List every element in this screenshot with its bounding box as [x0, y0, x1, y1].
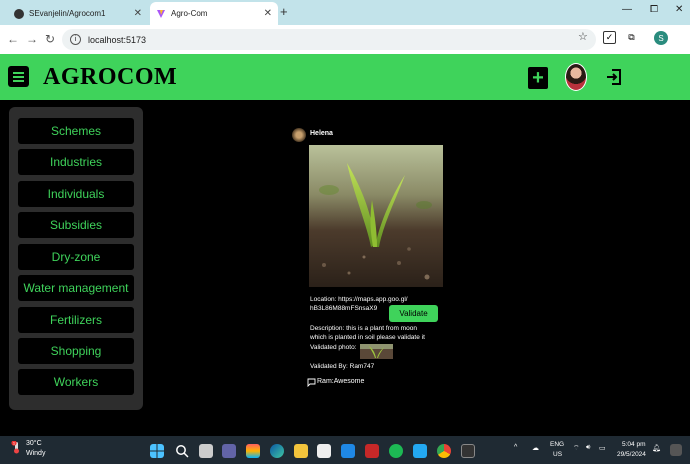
extension-icon[interactable]: ✓: [603, 31, 616, 44]
sidebar-item-individuals[interactable]: Individuals: [18, 181, 134, 207]
search-icon[interactable]: [175, 444, 189, 458]
sidebar-item-dry-zone[interactable]: Dry-zone: [18, 244, 134, 270]
menu-icon[interactable]: [8, 66, 29, 87]
sidebar-item-workers[interactable]: Workers: [18, 369, 134, 395]
sidebar-item-schemes[interactable]: Schemes: [18, 118, 134, 144]
spotify-icon[interactable]: [389, 444, 403, 458]
minimize-button[interactable]: —: [622, 4, 632, 15]
browser-tab-strip: SEvanjelin/Agrocom1 ✕ Agro-Com ✕ + — ⧠ ✕: [0, 0, 690, 25]
post-photo[interactable]: [309, 145, 443, 287]
taskbar: 1 30°C Windy ^ ☁ ENG US ⌔ 🔊︎ ▭ 5:04 pm 2…: [0, 436, 690, 464]
puzzle-icon[interactable]: ⧉: [625, 31, 638, 44]
tab-agrocom[interactable]: Agro-Com ✕: [150, 2, 278, 25]
new-tab-button[interactable]: +: [280, 4, 288, 19]
cloud-icon[interactable]: ☁: [532, 444, 539, 452]
clock-date: 29/5/2024: [617, 451, 646, 458]
tray-overflow-icon[interactable]: ^: [514, 444, 517, 451]
volume-icon[interactable]: 🔊︎: [586, 444, 590, 452]
windows-start-icon[interactable]: [150, 444, 164, 458]
address-bar[interactable]: i localhost:5173: [62, 29, 596, 50]
tab-close-icon[interactable]: ✕: [264, 8, 272, 19]
widgets-icon[interactable]: [670, 444, 682, 456]
battery-icon[interactable]: ▭: [599, 444, 606, 452]
app-icon[interactable]: [341, 444, 355, 458]
sidebar-item-industries[interactable]: Industries: [18, 149, 134, 175]
star-icon[interactable]: ☆: [578, 30, 588, 43]
validated-photo-label: Validated photo:: [310, 344, 357, 351]
github-icon: [14, 8, 24, 19]
wifi-icon[interactable]: ⌔: [573, 444, 580, 453]
edge-icon[interactable]: [270, 444, 284, 458]
vscode-icon[interactable]: [413, 444, 427, 458]
file-explorer-icon[interactable]: [294, 444, 308, 458]
browser-app-icon[interactable]: [246, 444, 260, 458]
mcafee-icon[interactable]: [365, 444, 379, 458]
post-description-line1: Description: this is a plant from moon: [310, 325, 417, 332]
maximize-button[interactable]: ⧠: [650, 4, 658, 15]
comment-icon[interactable]: [307, 378, 316, 387]
forward-icon[interactable]: →: [26, 32, 38, 46]
validated-photo-thumbnail[interactable]: [360, 344, 393, 359]
weather-condition: Windy: [26, 450, 46, 457]
add-post-button[interactable]: +: [528, 67, 548, 89]
tab-title: Agro-Com: [171, 9, 208, 18]
tab-github[interactable]: SEvanjelin/Agrocom1 ✕: [8, 2, 148, 25]
sidebar-item-water-management[interactable]: Water management: [18, 275, 134, 301]
user-avatar[interactable]: [565, 63, 587, 91]
url-text: localhost:5173: [88, 34, 147, 45]
comment-text: Ram:Awesome: [317, 378, 365, 385]
tab-close-icon[interactable]: ✕: [134, 8, 142, 19]
notification-bell-icon[interactable]: 🔔︎: [652, 444, 661, 452]
store-icon[interactable]: [317, 444, 331, 458]
profile-avatar[interactable]: S: [654, 31, 668, 45]
weather-icon[interactable]: 1: [10, 441, 23, 454]
tab-title: SEvanjelin/Agrocom1: [29, 9, 106, 18]
post-description-line2: which is planted in soil please validate…: [310, 334, 425, 341]
app-header: AGROCOM +: [0, 54, 690, 100]
teams-icon[interactable]: [222, 444, 236, 458]
logout-icon[interactable]: [604, 67, 624, 87]
post-location-line1: Location: https://maps.app.goo.gl/: [310, 296, 408, 303]
language-indicator[interactable]: ENG: [550, 441, 564, 448]
terminal-icon[interactable]: [461, 444, 475, 458]
task-view-icon[interactable]: [199, 444, 213, 458]
vite-icon: [157, 9, 165, 18]
validate-button[interactable]: Validate: [389, 305, 438, 322]
brand-title: AGROCOM: [43, 64, 178, 90]
language-region: US: [553, 451, 563, 458]
validated-by-text: Validated By: Ram747: [310, 363, 375, 370]
weather-temperature: 30°C: [26, 440, 42, 447]
reload-icon[interactable]: ↻: [45, 32, 55, 46]
post-author-name: Helena: [310, 130, 333, 137]
sidebar-item-subsidies[interactable]: Subsidies: [18, 212, 134, 238]
sidebar-item-fertilizers[interactable]: Fertilizers: [18, 307, 134, 333]
sidebar-item-shopping[interactable]: Shopping: [18, 338, 134, 364]
back-icon[interactable]: ←: [7, 32, 19, 46]
sidebar: Schemes Industries Individuals Subsidies…: [9, 107, 143, 410]
chrome-icon[interactable]: [437, 444, 451, 458]
info-icon[interactable]: i: [70, 34, 81, 45]
close-window-button[interactable]: ✕: [675, 4, 683, 15]
post-location-line2: hB3L86M88mFSnsaX9: [310, 305, 378, 312]
clock-time[interactable]: 5:04 pm: [622, 441, 646, 448]
post-author-avatar: [292, 128, 306, 142]
